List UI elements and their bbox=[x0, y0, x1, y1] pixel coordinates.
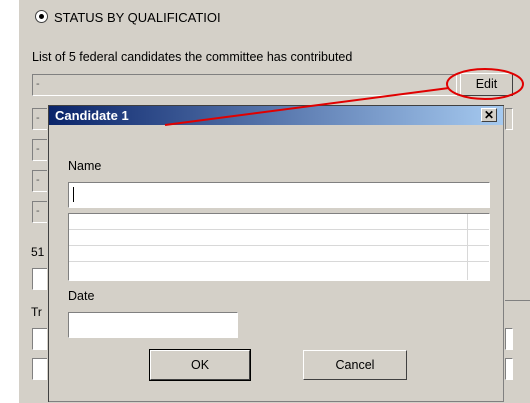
divider bbox=[505, 300, 530, 301]
list-row[interactable] bbox=[69, 246, 489, 262]
name-input[interactable] bbox=[68, 182, 490, 208]
radio-label: STATUS BY QUALIFICATIOI bbox=[54, 10, 221, 25]
candidate-row-2-right bbox=[505, 108, 513, 130]
name-label: Name bbox=[68, 159, 102, 173]
list-column-divider bbox=[467, 214, 468, 280]
date-input[interactable] bbox=[68, 312, 238, 338]
cancel-button[interactable]: Cancel bbox=[303, 350, 407, 380]
list-row[interactable] bbox=[69, 214, 489, 230]
list-row[interactable] bbox=[69, 230, 489, 246]
ok-button[interactable]: OK bbox=[149, 349, 251, 381]
name-suggestions-list[interactable] bbox=[68, 213, 490, 281]
section-51-label: 51 bbox=[31, 245, 45, 259]
edit-button[interactable]: Edit bbox=[460, 73, 513, 96]
date-label: Date bbox=[68, 289, 95, 303]
status-by-qualification-radio[interactable]: STATUS BY QUALIFICATIOI bbox=[35, 10, 221, 25]
dialog-title: Candidate 1 bbox=[55, 108, 129, 123]
section-tr-label: Tr bbox=[31, 305, 42, 319]
section-tr-right-1 bbox=[505, 328, 513, 350]
radio-selected-icon[interactable] bbox=[35, 10, 48, 23]
text-cursor bbox=[73, 187, 74, 203]
candidate-row-1[interactable]: - bbox=[32, 74, 457, 96]
close-icon[interactable]: ✕ bbox=[481, 108, 497, 122]
candidates-list-label: List of 5 federal candidates the committ… bbox=[32, 50, 353, 64]
section-tr-right-2 bbox=[505, 358, 513, 380]
